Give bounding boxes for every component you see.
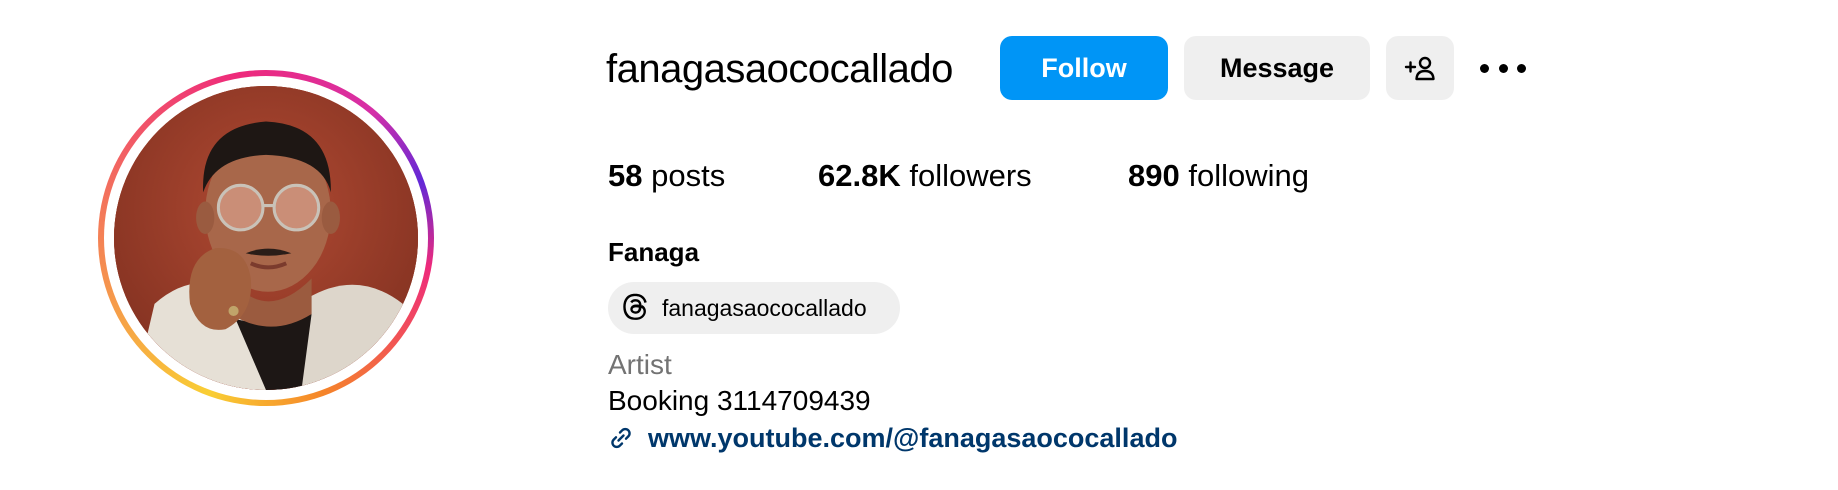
story-ring[interactable]	[98, 70, 434, 406]
full-name: Fanaga	[608, 237, 700, 267]
avatar	[114, 86, 418, 390]
link-text: www.youtube.com/@fanagasaococallado	[648, 422, 1178, 453]
message-button[interactable]: Message	[1184, 36, 1370, 100]
category-label: Artist	[608, 349, 672, 380]
threads-icon	[622, 293, 650, 323]
profile-header: fanagasaococallado Follow Message 58 pos…	[0, 0, 1838, 490]
threads-handle: fanagasaococallado	[662, 294, 867, 321]
external-link[interactable]: www.youtube.com/@fanagasaococallado	[608, 420, 1177, 456]
followers-link[interactable]: 62.8K followers	[818, 156, 1032, 196]
bio-text: Booking 3114709439	[608, 385, 871, 416]
username: fanagasaococallado	[606, 47, 953, 91]
follow-button[interactable]: Follow	[1000, 36, 1168, 100]
posts-count: 58 posts	[608, 158, 726, 193]
suggested-accounts-button[interactable]	[1386, 36, 1454, 100]
more-options-icon[interactable]	[1480, 52, 1526, 84]
link-icon	[608, 425, 634, 451]
profile-photo	[114, 86, 418, 390]
following-link[interactable]: 890 following	[1128, 156, 1309, 196]
threads-badge[interactable]: fanagasaococallado	[608, 282, 900, 334]
person-plus-icon	[1404, 56, 1435, 81]
